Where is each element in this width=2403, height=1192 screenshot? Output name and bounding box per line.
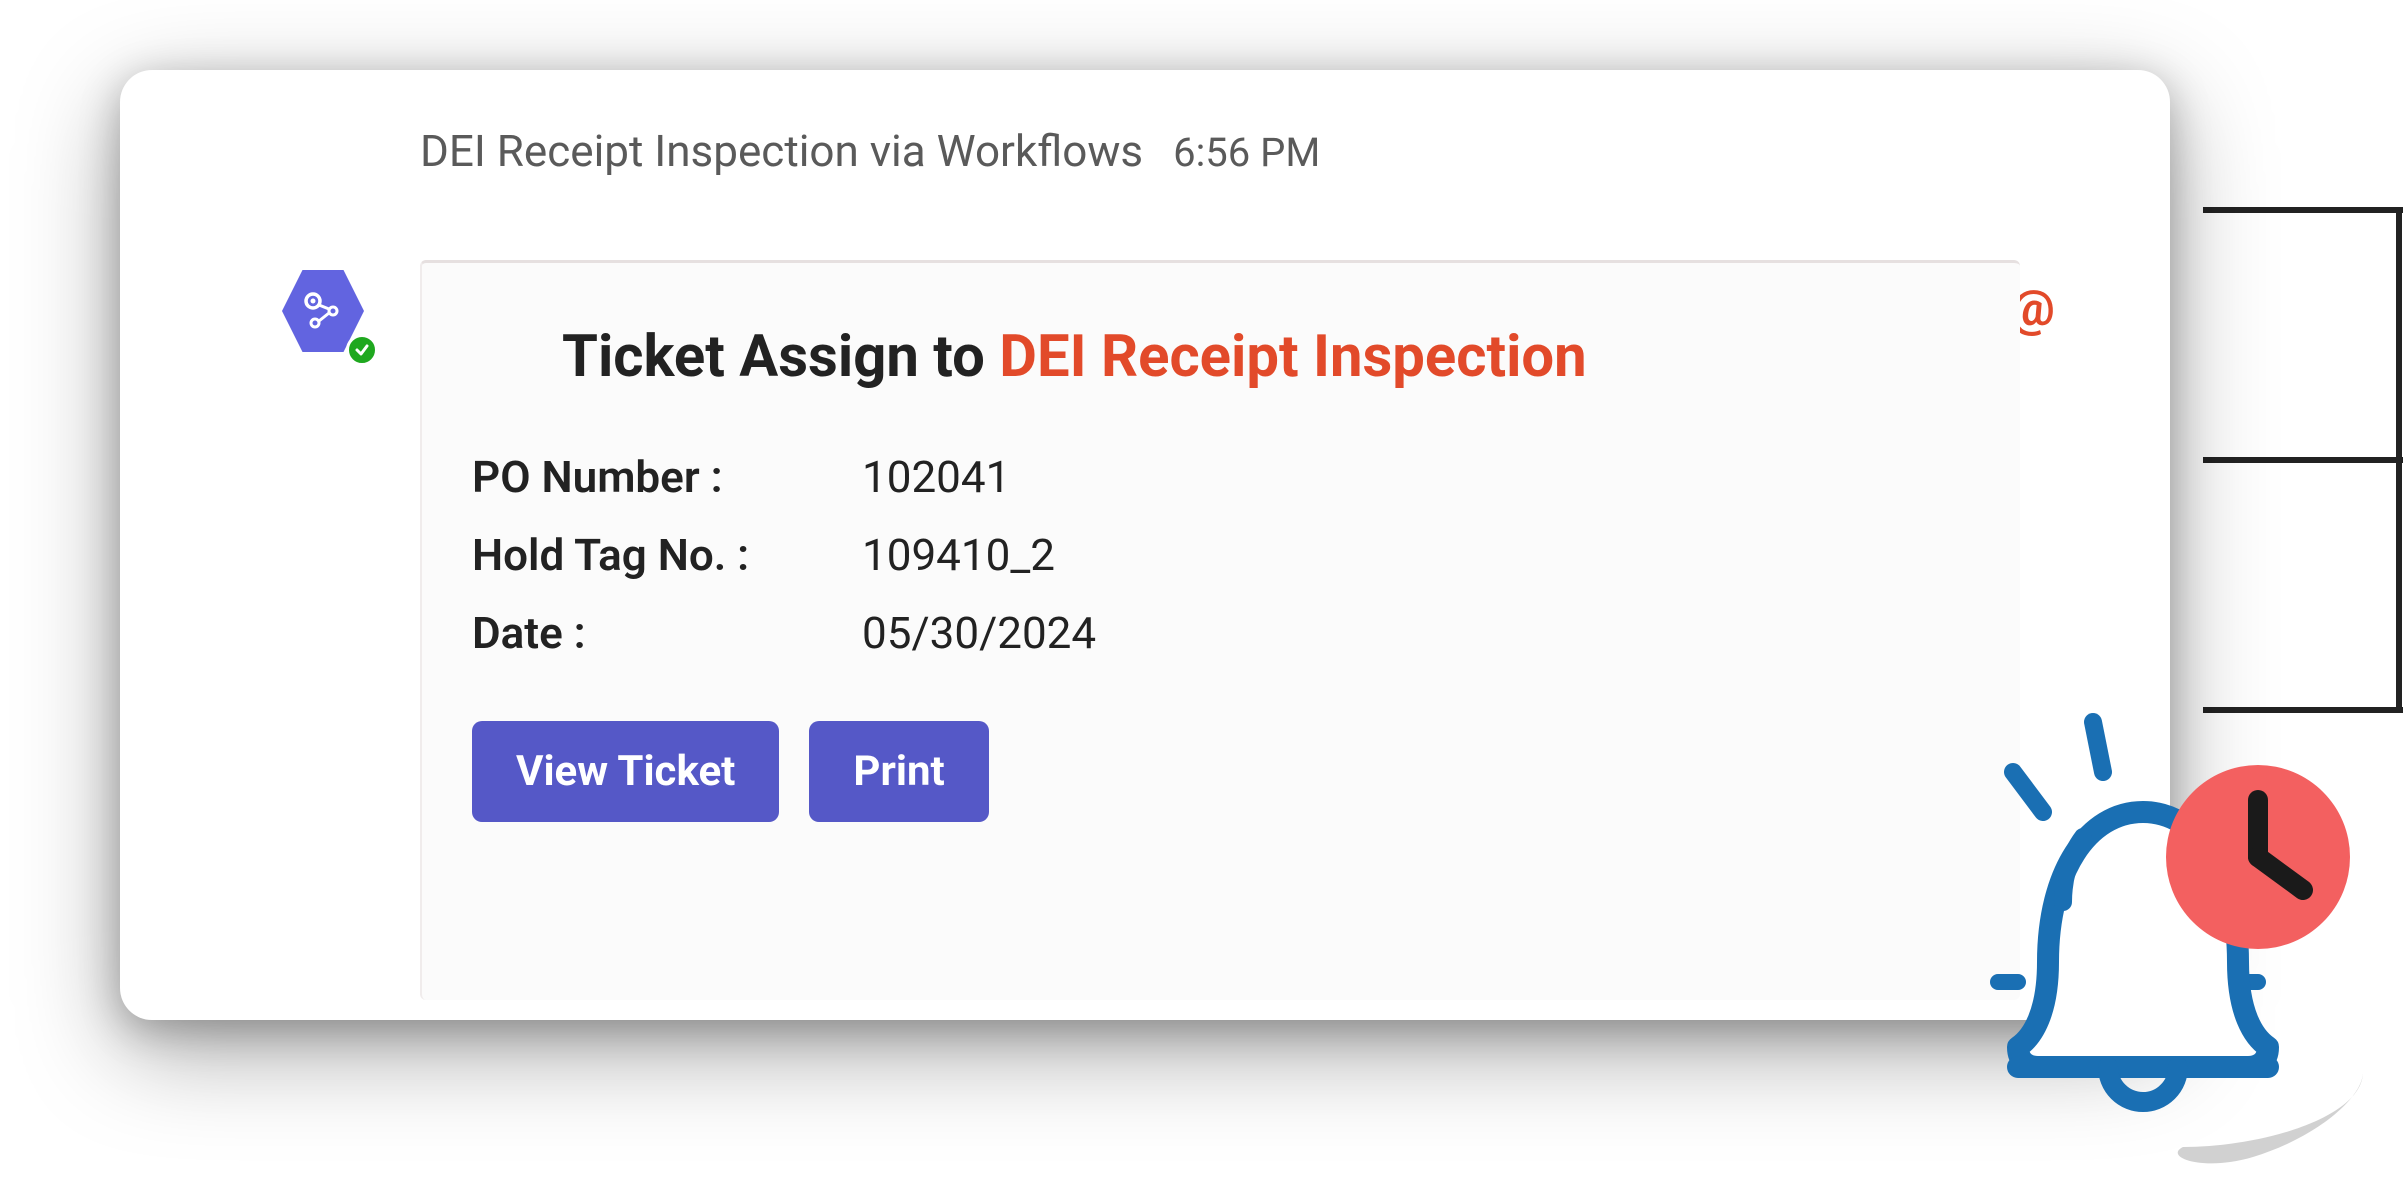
- print-button[interactable]: Print: [809, 721, 988, 822]
- date-row: Date : 05/30/2024: [472, 607, 1970, 659]
- action-button-row: View Ticket Print: [472, 721, 1970, 822]
- decorative-lines: [2203, 0, 2403, 720]
- hold-tag-label: Hold Tag No. :: [472, 529, 862, 581]
- title-prefix: Ticket Assign to: [562, 323, 999, 391]
- title-highlight: DEI Receipt Inspection: [999, 323, 1586, 391]
- notification-source: DEI Receipt Inspection via Workflows: [420, 125, 1143, 177]
- view-ticket-button[interactable]: View Ticket: [472, 721, 779, 822]
- date-value: 05/30/2024: [862, 607, 1096, 659]
- ticket-card-title: Ticket Assign to DEI Receipt Inspection: [562, 323, 1970, 391]
- workflow-app-icon: [282, 270, 372, 360]
- notification-time: 6:56 PM: [1173, 129, 1320, 176]
- hold-tag-row: Hold Tag No. : 109410_2: [472, 529, 1970, 581]
- po-number-row: PO Number : 102041: [472, 451, 1970, 503]
- notification-header: DEI Receipt Inspection via Workflows 6:5…: [420, 125, 1320, 177]
- po-number-label: PO Number :: [472, 451, 862, 503]
- bell-clock-notification-icon: [1863, 702, 2383, 1182]
- hold-tag-value: 109410_2: [862, 529, 1055, 581]
- date-label: Date :: [472, 607, 862, 659]
- po-number-value: 102041: [862, 451, 1010, 503]
- ticket-content-card: Ticket Assign to DEI Receipt Inspection …: [420, 260, 2020, 1000]
- check-badge-icon: [346, 334, 378, 366]
